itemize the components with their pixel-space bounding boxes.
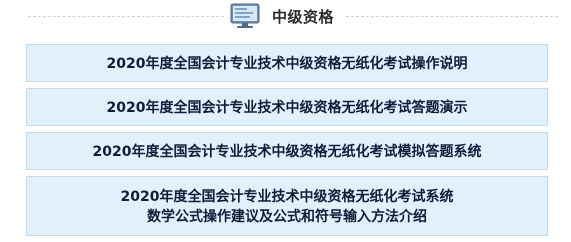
section-title: 中级资格 (272, 7, 335, 26)
section-heading: 中级资格 (230, 2, 341, 30)
link-operation-guide[interactable]: 2020年度全国会计专业技术中级资格无纸化考试操作说明 (26, 44, 548, 82)
section-header: 中级资格 (0, 0, 571, 32)
link-label-line1[interactable]: 2020年度全国会计专业技术中级资格无纸化考试系统 (121, 187, 454, 207)
link-label[interactable]: 2020年度全国会计专业技术中级资格无纸化考试答题演示 (107, 97, 468, 117)
header-divider-left (28, 16, 224, 17)
link-mock-answer-system[interactable]: 2020年度全国会计专业技术中级资格无纸化考试模拟答题系统 (26, 132, 548, 170)
header-divider-right (346, 16, 558, 17)
link-answer-demo[interactable]: 2020年度全国会计专业技术中级资格无纸化考试答题演示 (26, 88, 548, 126)
computer-monitor-icon (230, 3, 260, 28)
link-label[interactable]: 2020年度全国会计专业技术中级资格无纸化考试模拟答题系统 (93, 141, 482, 161)
link-formula-input-guide[interactable]: 2020年度全国会计专业技术中级资格无纸化考试系统 数学公式操作建议及公式和符号… (26, 176, 548, 236)
link-label[interactable]: 2020年度全国会计专业技术中级资格无纸化考试操作说明 (107, 53, 468, 73)
link-label-line2[interactable]: 数学公式操作建议及公式和符号输入方法介绍 (147, 207, 427, 227)
link-list: 2020年度全国会计专业技术中级资格无纸化考试操作说明 2020年度全国会计专业… (26, 44, 548, 242)
